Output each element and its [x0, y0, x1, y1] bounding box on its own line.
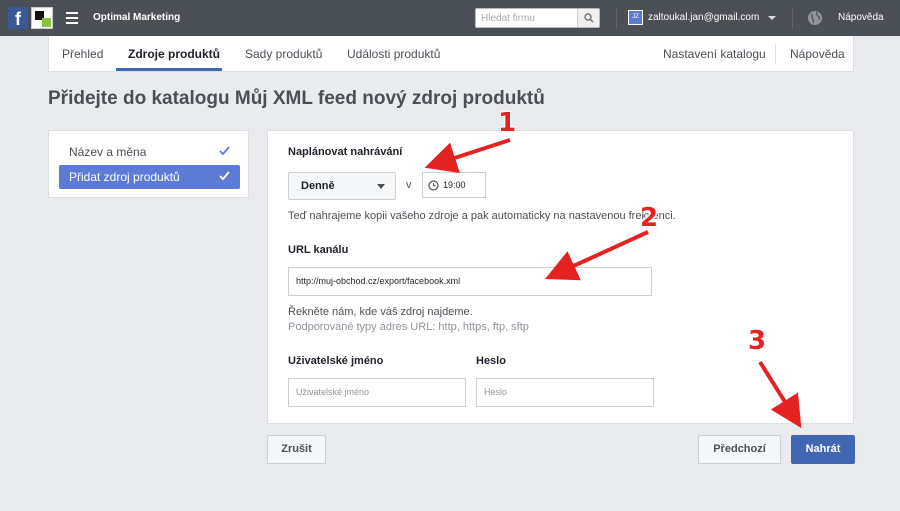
clock-icon — [428, 180, 439, 191]
tab-product-events[interactable]: Události produktů — [347, 47, 440, 61]
schedule-help: Teď nahrajeme kopii vašeho zdroje a pak … — [288, 210, 676, 222]
check-icon — [219, 146, 230, 156]
business-name[interactable]: Optimal Marketing — [93, 12, 180, 23]
help-link[interactable]: Nápověda — [838, 12, 884, 23]
avatar[interactable]: JZ — [628, 10, 643, 25]
at-label: v — [406, 179, 412, 191]
tab-help[interactable]: Nápověda — [790, 47, 845, 61]
divider — [775, 44, 776, 64]
tab-product-sets[interactable]: Sady produktů — [245, 47, 322, 61]
url-supported-types: Podporované typy adres URL: http, https,… — [288, 321, 529, 333]
frequency-value: Denně — [301, 180, 335, 192]
username-input[interactable]: Uživatelské jméno — [288, 378, 466, 407]
chevron-down-icon — [377, 184, 385, 189]
chevron-down-icon[interactable] — [768, 16, 776, 20]
step-add-source[interactable]: Přidat zdroj produktů — [59, 165, 240, 189]
upload-button[interactable]: Nahrát — [791, 435, 855, 464]
catalog-tabs: Přehled Zdroje produktů Sady produktů Ud… — [48, 36, 854, 72]
frequency-select[interactable]: Denně — [288, 172, 396, 200]
divider — [792, 8, 793, 28]
business-search — [475, 8, 600, 28]
top-bar: f Optimal Marketing JZ zaltoukal.jan@gma… — [0, 0, 900, 36]
globe-icon[interactable] — [807, 10, 823, 26]
annotation-number-3: 3 — [748, 326, 767, 356]
tab-product-sources[interactable]: Zdroje produktů — [128, 47, 220, 61]
menu-icon[interactable] — [66, 12, 78, 24]
previous-button[interactable]: Předchozí — [698, 435, 781, 464]
facebook-logo-icon[interactable]: f — [8, 7, 28, 29]
cancel-button[interactable]: Zrušit — [267, 435, 326, 464]
annotation-number-2: 2 — [640, 203, 659, 233]
url-input[interactable]: http://muj-obchod.cz/export/facebook.xml — [288, 267, 652, 296]
divider — [616, 8, 617, 28]
search-input[interactable] — [476, 9, 578, 27]
step-label: Název a měna — [69, 145, 147, 159]
search-button[interactable] — [577, 9, 599, 27]
time-input[interactable]: 19:00 — [422, 172, 486, 198]
active-tab-indicator — [116, 68, 222, 71]
step-label: Přidat zdroj produktů — [69, 170, 180, 184]
schedule-label: Naplánovat nahrávání — [288, 146, 403, 158]
tab-overview[interactable]: Přehled — [62, 47, 103, 61]
password-label: Heslo — [476, 355, 506, 367]
tab-catalog-settings[interactable]: Nastavení katalogu — [663, 47, 766, 61]
user-email[interactable]: zaltoukal.jan@gmail.com — [648, 12, 759, 23]
page-title: Přidejte do katalogu Můj XML feed nový z… — [48, 88, 545, 109]
business-logo-icon[interactable] — [31, 7, 53, 29]
check-icon — [219, 171, 230, 181]
search-icon — [584, 13, 594, 23]
url-label: URL kanálu — [288, 244, 349, 256]
username-label: Uživatelské jméno — [288, 355, 384, 367]
step-name-currency[interactable]: Název a měna — [59, 140, 240, 164]
password-input[interactable]: Heslo — [476, 378, 654, 407]
steps-panel: Název a měna Přidat zdroj produktů — [48, 130, 249, 198]
annotation-number-1: 1 — [498, 108, 517, 138]
time-value: 19:00 — [443, 180, 466, 190]
url-help: Řekněte nám, kde váš zdroj najdeme. — [288, 306, 473, 318]
source-form: Naplánovat nahrávání Denně v 19:00 Teď n… — [267, 130, 854, 424]
